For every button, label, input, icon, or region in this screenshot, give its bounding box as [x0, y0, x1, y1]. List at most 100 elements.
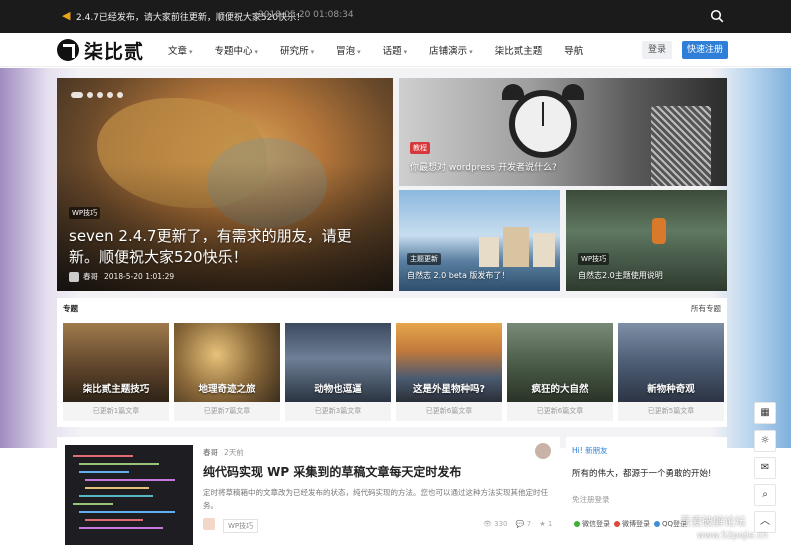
- code-line-shape: [85, 519, 143, 521]
- views-count: 330: [494, 520, 508, 528]
- hero-forest-tag[interactable]: WP技巧: [578, 253, 610, 265]
- comment-icon: 💬: [515, 520, 525, 528]
- sidebar-greeting: Hi! 新朋友: [572, 446, 608, 455]
- topic-label: 地理奇迹之旅: [198, 384, 256, 395]
- code-line-shape: [79, 471, 129, 473]
- hero-main-author[interactable]: 春哥: [83, 271, 98, 282]
- article-card: 春哥 2天前 纯代码实现 WP 采集到的草稿文章每天定时发布 定时将草稿箱中的文…: [57, 437, 560, 551]
- hero-forest-title[interactable]: 自然志2.0主题使用说明: [578, 270, 663, 281]
- article-category[interactable]: WP技巧: [223, 519, 259, 533]
- hero-slider-main[interactable]: WP技巧 seven 2.4.7更新了，有需求的朋友，请更新。顺便祝大家520快…: [57, 78, 393, 291]
- hero-main-title[interactable]: seven 2.4.7更新了，有需求的朋友，请更新。顺便祝大家520快乐！: [69, 226, 379, 268]
- hero-clock-tag[interactable]: 教程: [410, 142, 430, 154]
- mail-icon[interactable]: ✉: [754, 457, 776, 479]
- likes-count: 1: [547, 520, 553, 528]
- code-line-shape: [79, 463, 159, 465]
- avatar[interactable]: [535, 443, 551, 459]
- notice-date: 2018-05-20 01:08:34: [258, 10, 354, 20]
- slider-dot[interactable]: [107, 92, 113, 98]
- hero-tile-forest[interactable]: WP技巧 自然志2.0主题使用说明: [566, 190, 727, 291]
- chevron-down-icon: ▾: [357, 48, 361, 56]
- topic-label: 动物也逗逼: [314, 384, 362, 395]
- building-shape: [479, 237, 499, 267]
- slider-dot[interactable]: [71, 92, 83, 98]
- category-icon: [203, 518, 215, 530]
- all-topics-link[interactable]: 所有专题: [691, 303, 721, 314]
- hero-tile-city[interactable]: 主题更新 自然志 2.0 beta 版发布了！: [399, 190, 560, 291]
- article-excerpt: 定时将草稿箱中的文章改为已经发布的状态，纯代码实现的方法。您也可以通过这种方法实…: [203, 488, 548, 510]
- search-icon[interactable]: [710, 9, 724, 23]
- topic-count: 已更新5篇文章: [618, 402, 724, 421]
- topic-label: 柒比贰主题技巧: [82, 384, 150, 395]
- hero-main-date: 2018-5-20 1:01:29: [104, 272, 175, 281]
- weibo-login-button[interactable]: 微博登录: [622, 519, 650, 529]
- sidebar-register-hint: 免注册登录: [572, 495, 610, 504]
- topics-header: 专题: [63, 304, 78, 313]
- nav-item-shop-demo[interactable]: 店铺演示 ▾: [429, 43, 473, 57]
- topic-card[interactable]: 地理奇迹之旅 已更新7篇文章: [174, 323, 280, 421]
- hero-city-title[interactable]: 自然志 2.0 beta 版发布了！: [407, 270, 509, 281]
- sidebar-slogan: 所有的伟大，都源于一个勇敢的开始!: [572, 469, 712, 479]
- building-shape: [533, 233, 555, 267]
- chevron-down-icon: ▾: [310, 48, 315, 56]
- top-notice-bar: ◀ 2.4.7已经发布，请大家前往更新，顺便祝大家520快乐！ 2018-05-…: [0, 0, 791, 33]
- lightbulb-icon[interactable]: ☼: [754, 430, 776, 452]
- code-line-shape: [85, 487, 149, 489]
- nav-item-institute[interactable]: 研究所 ▾: [280, 43, 314, 57]
- chevron-up-icon[interactable]: ︿: [754, 511, 776, 533]
- grid-icon[interactable]: ▦: [754, 402, 776, 424]
- article-author[interactable]: 春哥: [203, 447, 218, 458]
- eye-icon: 👁: [483, 520, 492, 528]
- article-stats: 👁 330 💬 7 ★ 1: [483, 520, 552, 528]
- logo-text: 柒比贰: [84, 40, 145, 63]
- slider-dot[interactable]: [97, 92, 103, 98]
- register-button[interactable]: 快速注册: [682, 41, 728, 59]
- topic-card[interactable]: 疯狂的大自然 已更新6篇文章: [507, 323, 613, 421]
- hero-clock-title[interactable]: 你最想对 wordpress 开发者说什么?: [410, 160, 557, 173]
- hiker-image-shape: [652, 218, 666, 244]
- topic-count: 已更新3篇文章: [285, 402, 391, 421]
- social-login: 微信登录 微博登录 QQ登录: [570, 519, 687, 529]
- code-line-shape: [79, 527, 163, 529]
- chevron-down-icon: ▾: [189, 48, 193, 56]
- slider-dot[interactable]: [117, 92, 123, 98]
- topic-count: 已更新6篇文章: [507, 402, 613, 421]
- main-nav: 文章 ▾ 专题中心 ▾ 研究所 ▾ 冒泡 ▾ 话题 ▾ 店铺演示 ▾ 柒比贰主题 导航: [168, 33, 605, 67]
- topic-count: 已更新6篇文章: [396, 402, 502, 421]
- slider-dot[interactable]: [87, 92, 93, 98]
- pencil-cup-image-shape: [651, 106, 711, 186]
- topic-label: 疯狂的大自然: [531, 384, 589, 395]
- topic-card[interactable]: 动物也逗逼 已更新3篇文章: [285, 323, 391, 421]
- comments-count: 7: [526, 520, 532, 528]
- article-thumbnail[interactable]: [65, 445, 193, 545]
- topic-count: 已更新1篇文章: [63, 402, 169, 421]
- topic-label: 这是外星物种吗?: [412, 384, 485, 395]
- clock-image-shape: [509, 90, 577, 158]
- logo-mark-icon: [57, 39, 79, 61]
- nav-item-navigation[interactable]: 导航: [564, 43, 583, 57]
- login-button[interactable]: 登录: [642, 41, 672, 59]
- topic-card[interactable]: 这是外星物种吗? 已更新6篇文章: [396, 323, 502, 421]
- site-logo[interactable]: 柒比贰: [57, 37, 144, 63]
- speaker-icon: ◀: [62, 9, 71, 22]
- search-icon[interactable]: ⌕: [754, 484, 776, 506]
- code-line-shape: [73, 455, 133, 457]
- code-line-shape: [79, 511, 175, 513]
- topic-card[interactable]: 新物种奇观 已更新5篇文章: [618, 323, 724, 421]
- watermark-text: 吾爱破解论坛: [680, 515, 746, 528]
- wechat-login-button[interactable]: 微信登录: [582, 519, 610, 529]
- slider-dots: [71, 92, 127, 98]
- code-line-shape: [73, 503, 113, 505]
- hero-tile-clock[interactable]: 教程 你最想对 wordpress 开发者说什么?: [399, 78, 727, 186]
- code-line-shape: [79, 495, 153, 497]
- nav-item-topics[interactable]: 专题中心 ▾: [215, 43, 259, 57]
- nav-item-theme[interactable]: 柒比贰主题: [495, 43, 543, 57]
- article-title[interactable]: 纯代码实现 WP 采集到的草稿文章每天定时发布: [203, 463, 461, 480]
- topic-card[interactable]: 柒比贰主题技巧 已更新1篇文章: [63, 323, 169, 421]
- nav-item-discussion[interactable]: 话题 ▾: [383, 43, 408, 57]
- hero-main-tag[interactable]: WP技巧: [69, 207, 101, 219]
- nav-item-bubble[interactable]: 冒泡 ▾: [336, 43, 361, 57]
- hero-city-tag[interactable]: 主题更新: [407, 253, 441, 265]
- topic-label: 新物种奇观: [647, 384, 695, 395]
- nav-item-articles[interactable]: 文章 ▾: [168, 43, 193, 57]
